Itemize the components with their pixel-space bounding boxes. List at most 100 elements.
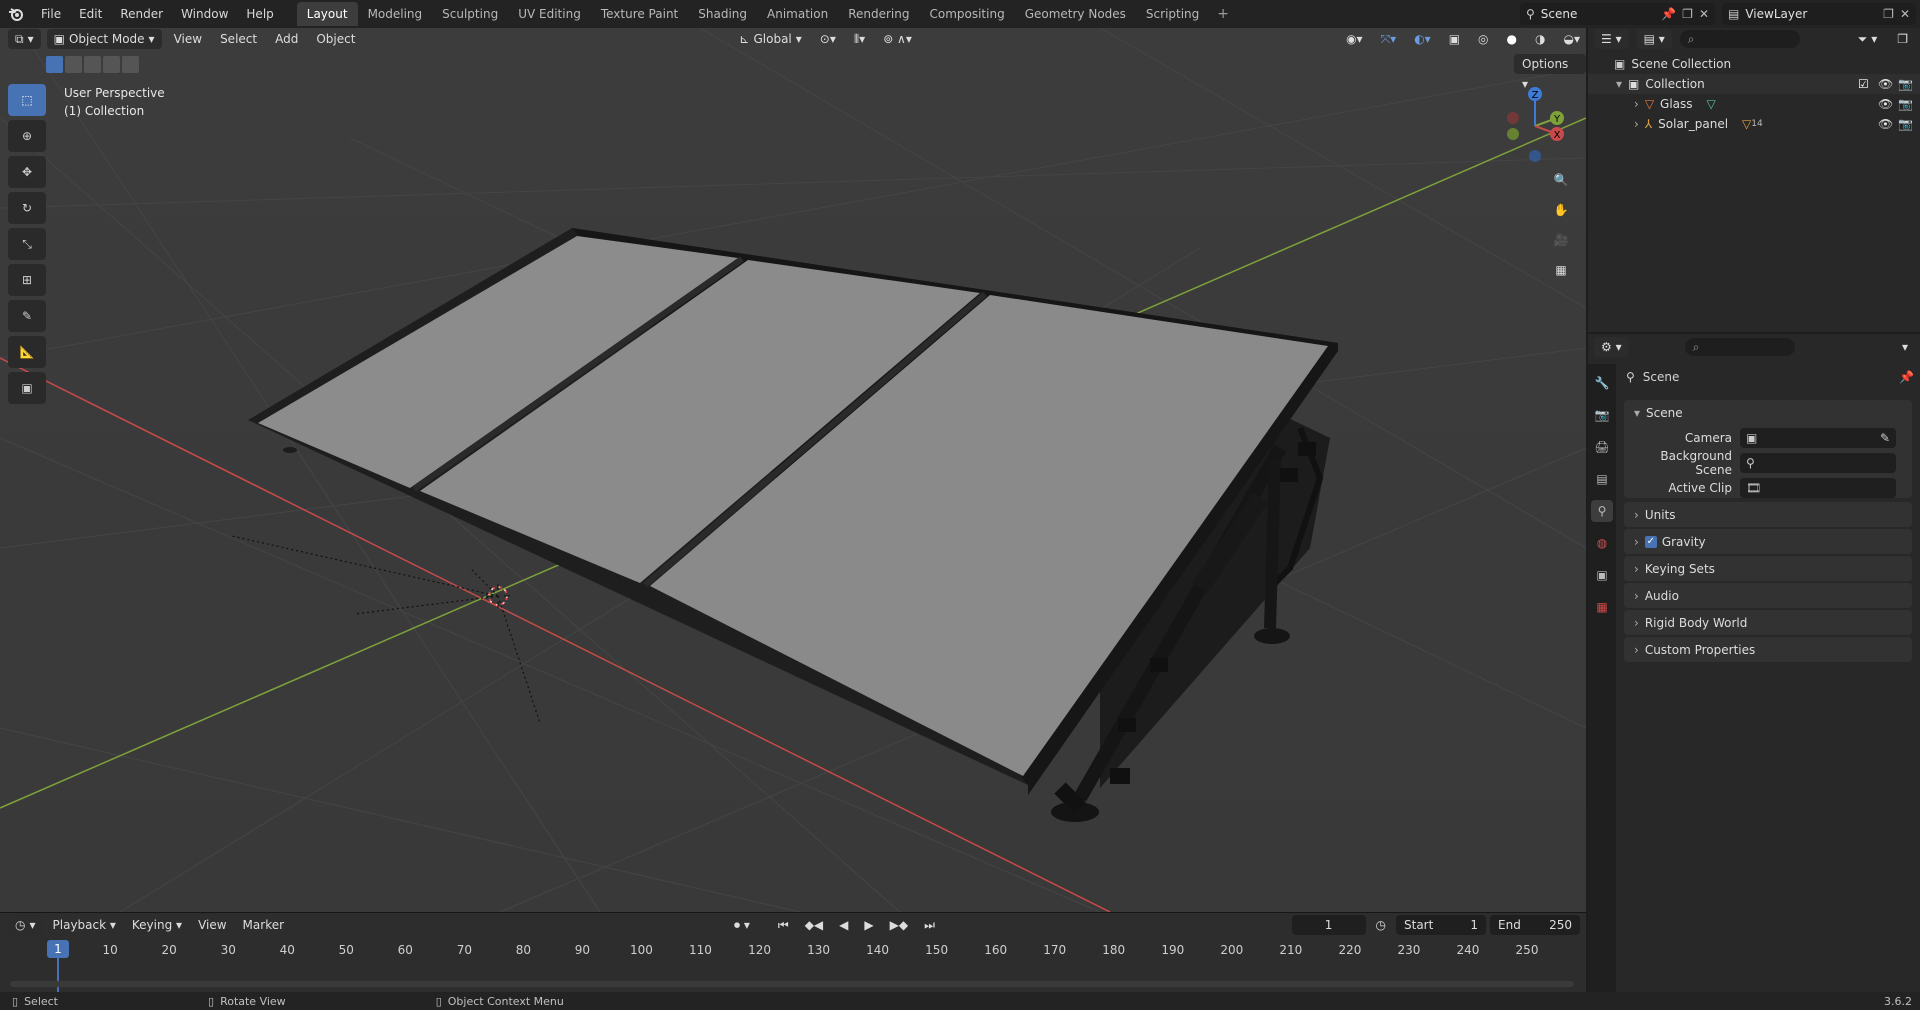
camera-icon[interactable]: 📷 [1898,97,1913,111]
stopwatch-icon[interactable]: ◷ [1370,915,1392,935]
snap-icon[interactable]: ⦀▾ [848,29,871,49]
pin-icon[interactable]: 📌 [1899,370,1914,384]
wireframe-shading-icon[interactable]: ◎ [1472,29,1494,49]
prev-keyframe-icon[interactable]: ◆◀ [799,915,829,935]
select-intersect-icon[interactable] [122,56,139,73]
view-layer-tab-icon[interactable]: ▤ [1591,468,1613,490]
custom-properties-panel-header[interactable]: › Custom Properties [1624,637,1912,662]
tab-animation[interactable]: Animation [757,2,838,26]
frame-ruler[interactable]: 10 20 30 40 50 60 70 80 90 100 110 120 130 140 150 160 1… [8,941,1578,959]
camera-field[interactable]: ▣ ✎ [1740,427,1896,448]
annotate-tool-icon[interactable]: ✎ [8,300,46,332]
transform-orientation[interactable]: ⊾ Global ▾ [733,29,807,49]
rendered-shading-icon[interactable]: ◒▾ [1558,29,1587,49]
options-button[interactable]: Options ▾ [1514,54,1586,91]
rigid-body-world-panel[interactable]: › Rigid Body World [1624,610,1912,635]
tab-scripting[interactable]: Scripting [1136,2,1209,26]
collection-tab-icon[interactable]: ▣ [1591,564,1613,586]
proportional-edit-icon[interactable]: ⊚ ∧▾ [877,29,918,49]
menu-object[interactable]: Object [310,29,361,49]
eyedropper-icon[interactable]: ✎ [1880,431,1896,445]
jump-end-icon[interactable]: ⏭ [918,915,941,935]
menu-view[interactable]: View [192,915,232,935]
jump-start-icon[interactable]: ⏮ [772,915,795,935]
scene-panel-header[interactable]: ▾ Scene [1624,400,1912,425]
chevron-right-icon[interactable]: › [1634,117,1639,131]
eye-icon[interactable]: 👁 [1878,117,1893,131]
menu-help[interactable]: Help [237,0,282,28]
end-frame-field[interactable]: End 250 [1490,915,1580,935]
outliner-item-glass[interactable]: › ▽ Glass ▽ 👁 📷 [1588,94,1920,114]
audio-panel[interactable]: › Audio [1624,583,1912,608]
pivot-point-icon[interactable]: ⊙▾ [814,29,842,49]
select-extend-icon[interactable] [65,56,82,73]
gizmo-toggle-icon[interactable]: ⤧▾ [1375,29,1403,49]
play-icon[interactable]: ▶ [858,915,879,935]
texture-tab-icon[interactable]: ▦ [1591,596,1613,618]
eye-icon[interactable]: 👁 [1878,77,1893,91]
scene-selector[interactable]: ⚲ Scene 📌 ❐ ✕ [1520,3,1715,25]
editor-type-button[interactable]: ⚙ ▾ [1594,337,1629,357]
gravity-checkbox[interactable]: ✓ [1644,535,1657,548]
rigid-body-world-panel-header[interactable]: › Rigid Body World [1624,610,1912,635]
scale-tool-icon[interactable]: ⤡ [8,228,46,260]
zoom-icon[interactable]: 🔍 [1547,166,1575,194]
transform-tool-icon[interactable]: ⊞ [8,264,46,296]
tab-layout[interactable]: Layout [296,2,358,26]
chevron-right-icon[interactable]: › [1634,97,1639,111]
units-panel[interactable]: › Units [1624,502,1912,527]
background-scene-field[interactable]: ⚲ [1740,452,1896,473]
keying-sets-panel[interactable]: › Keying Sets [1624,556,1912,581]
menu-view[interactable]: View [168,29,208,49]
tab-rendering[interactable]: Rendering [838,2,919,26]
outliner-item-solar-panel[interactable]: › ⅄ Solar_panel ▽ 14 👁 📷 [1588,114,1920,134]
3d-viewport[interactable]: ⧉ ▾ ▣ Object Mode ▾ View Select Add Objec… [0,28,1586,912]
blender-logo-icon[interactable] [0,0,32,28]
tab-modeling[interactable]: Modeling [358,2,433,26]
units-panel-header[interactable]: › Units [1624,502,1912,527]
properties-search-input[interactable]: ⌕ [1684,338,1795,356]
start-frame-field[interactable]: Start 1 [1396,915,1486,935]
active-clip-field[interactable]: 🎞 [1740,477,1896,498]
custom-properties-panel[interactable]: › Custom Properties [1624,637,1912,662]
select-subtract-icon[interactable] [84,56,101,73]
view-layer-selector[interactable]: ▤ ViewLayer ❐ ✕ [1722,3,1916,25]
collection-row[interactable]: ▾ ▣ Collection ☑ 👁 📷 [1588,74,1920,94]
move-tool-icon[interactable]: ✥ [8,156,46,188]
select-new-icon[interactable] [46,56,63,73]
viewport-scene[interactable] [0,28,1586,912]
chevron-down-icon[interactable]: ▾ [1896,337,1914,357]
scene-collection-row[interactable]: ▣ Scene Collection [1588,54,1920,74]
audio-panel-header[interactable]: › Audio [1624,583,1912,608]
pin-icon[interactable]: 📌 [1661,7,1676,21]
tab-shading[interactable]: Shading [688,2,757,26]
record-icon[interactable]: ⏺ ▾ [728,915,756,935]
camera-icon[interactable]: 📷 [1898,117,1913,131]
menu-file[interactable]: File [32,0,70,28]
gravity-panel-header[interactable]: › ✓ Gravity [1624,529,1912,554]
new-collection-icon[interactable]: ❐ [1891,29,1914,49]
rotate-tool-icon[interactable]: ↻ [8,192,46,224]
world-tab-icon[interactable]: ◍ [1591,532,1613,554]
menu-select[interactable]: Select [214,29,263,49]
add-cube-tool-icon[interactable]: ▣ [8,372,46,404]
add-workspace-icon[interactable]: + [1209,6,1237,22]
navigation-gizmo[interactable]: Z Y X [1495,86,1575,166]
editor-type-button[interactable]: ⧉ ▾ [8,29,41,49]
menu-edit[interactable]: Edit [70,0,111,28]
playhead[interactable]: 1 [47,940,69,958]
menu-render[interactable]: Render [111,0,172,28]
tab-sculpting[interactable]: Sculpting [432,2,508,26]
close-icon[interactable]: ✕ [1699,7,1715,21]
ortho-grid-icon[interactable]: ▦ [1547,256,1575,284]
mode-selector[interactable]: ▣ Object Mode ▾ [46,29,162,49]
outliner-search-input[interactable]: ⌕ [1679,30,1800,48]
editor-type-button[interactable]: ◷ ▾ [8,915,43,935]
tool-tab-icon[interactable]: 🔧 [1591,372,1613,394]
timeline-scrollbar[interactable] [10,981,1574,987]
measure-tool-icon[interactable]: 📐 [8,336,46,368]
menu-playback[interactable]: Playback ▾ [47,915,122,935]
menu-window[interactable]: Window [172,0,237,28]
select-box-tool-icon[interactable]: ⬚ [8,84,46,116]
close-icon[interactable]: ✕ [1900,7,1916,21]
